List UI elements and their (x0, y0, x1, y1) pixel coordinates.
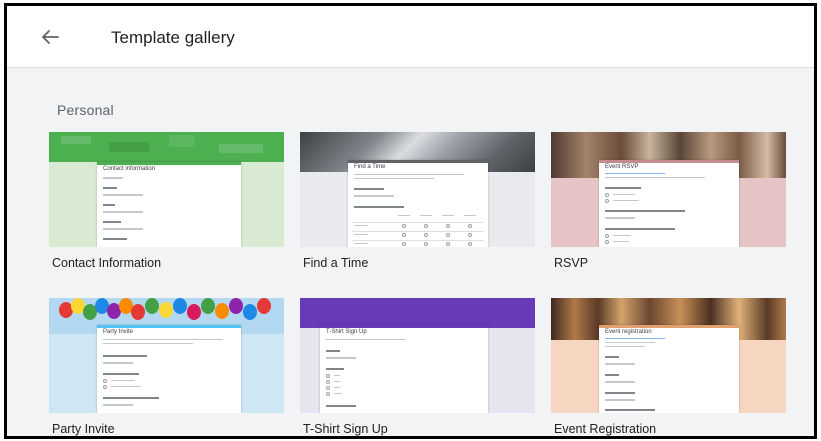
form-preview-title: T-Shirt Sign Up (326, 329, 367, 335)
top-bar: Template gallery (7, 6, 814, 68)
template-card-label: Party Invite (52, 422, 115, 436)
thumbnail-header-band (49, 132, 284, 162)
template-thumbnail: T-Shirt Sign Up (300, 298, 535, 413)
form-preview: Contact information (97, 162, 241, 247)
template-card-label: RSVP (554, 256, 589, 270)
template-thumbnail: Find a Time (300, 132, 535, 247)
arrow-left-icon (42, 30, 59, 44)
form-preview-title: Find a Time (354, 164, 386, 170)
thumbnail-header-band (300, 298, 535, 328)
app-window: Template gallery Personal Contact inform… (4, 3, 817, 439)
template-card-label: Contact Information (52, 256, 162, 270)
back-button[interactable] (36, 24, 64, 50)
template-card-label: T-Shirt Sign Up (303, 422, 388, 436)
form-preview: Event registration (599, 325, 739, 413)
form-preview: Event RSVP (599, 160, 739, 247)
template-thumbnail: Contact information (49, 132, 284, 247)
template-thumbnail: Event registration (551, 298, 786, 413)
form-preview-title: Event RSVP (605, 164, 639, 170)
form-preview-title: Contact information (103, 166, 156, 172)
page-title: Template gallery (111, 28, 235, 47)
form-preview: Find a Time (348, 160, 488, 247)
form-preview-title: Party Invite (103, 329, 134, 335)
section-title-personal: Personal (57, 102, 114, 118)
template-card-label: Find a Time (303, 256, 369, 270)
form-preview: Party Invite (97, 325, 241, 413)
form-preview: T-Shirt Sign Up (320, 325, 488, 413)
template-card-label: Event Registration (554, 422, 657, 436)
form-preview-title: Event registration (605, 329, 652, 335)
template-thumbnail: Party Invite (49, 298, 284, 413)
template-thumbnail: Event RSVP (551, 132, 786, 247)
